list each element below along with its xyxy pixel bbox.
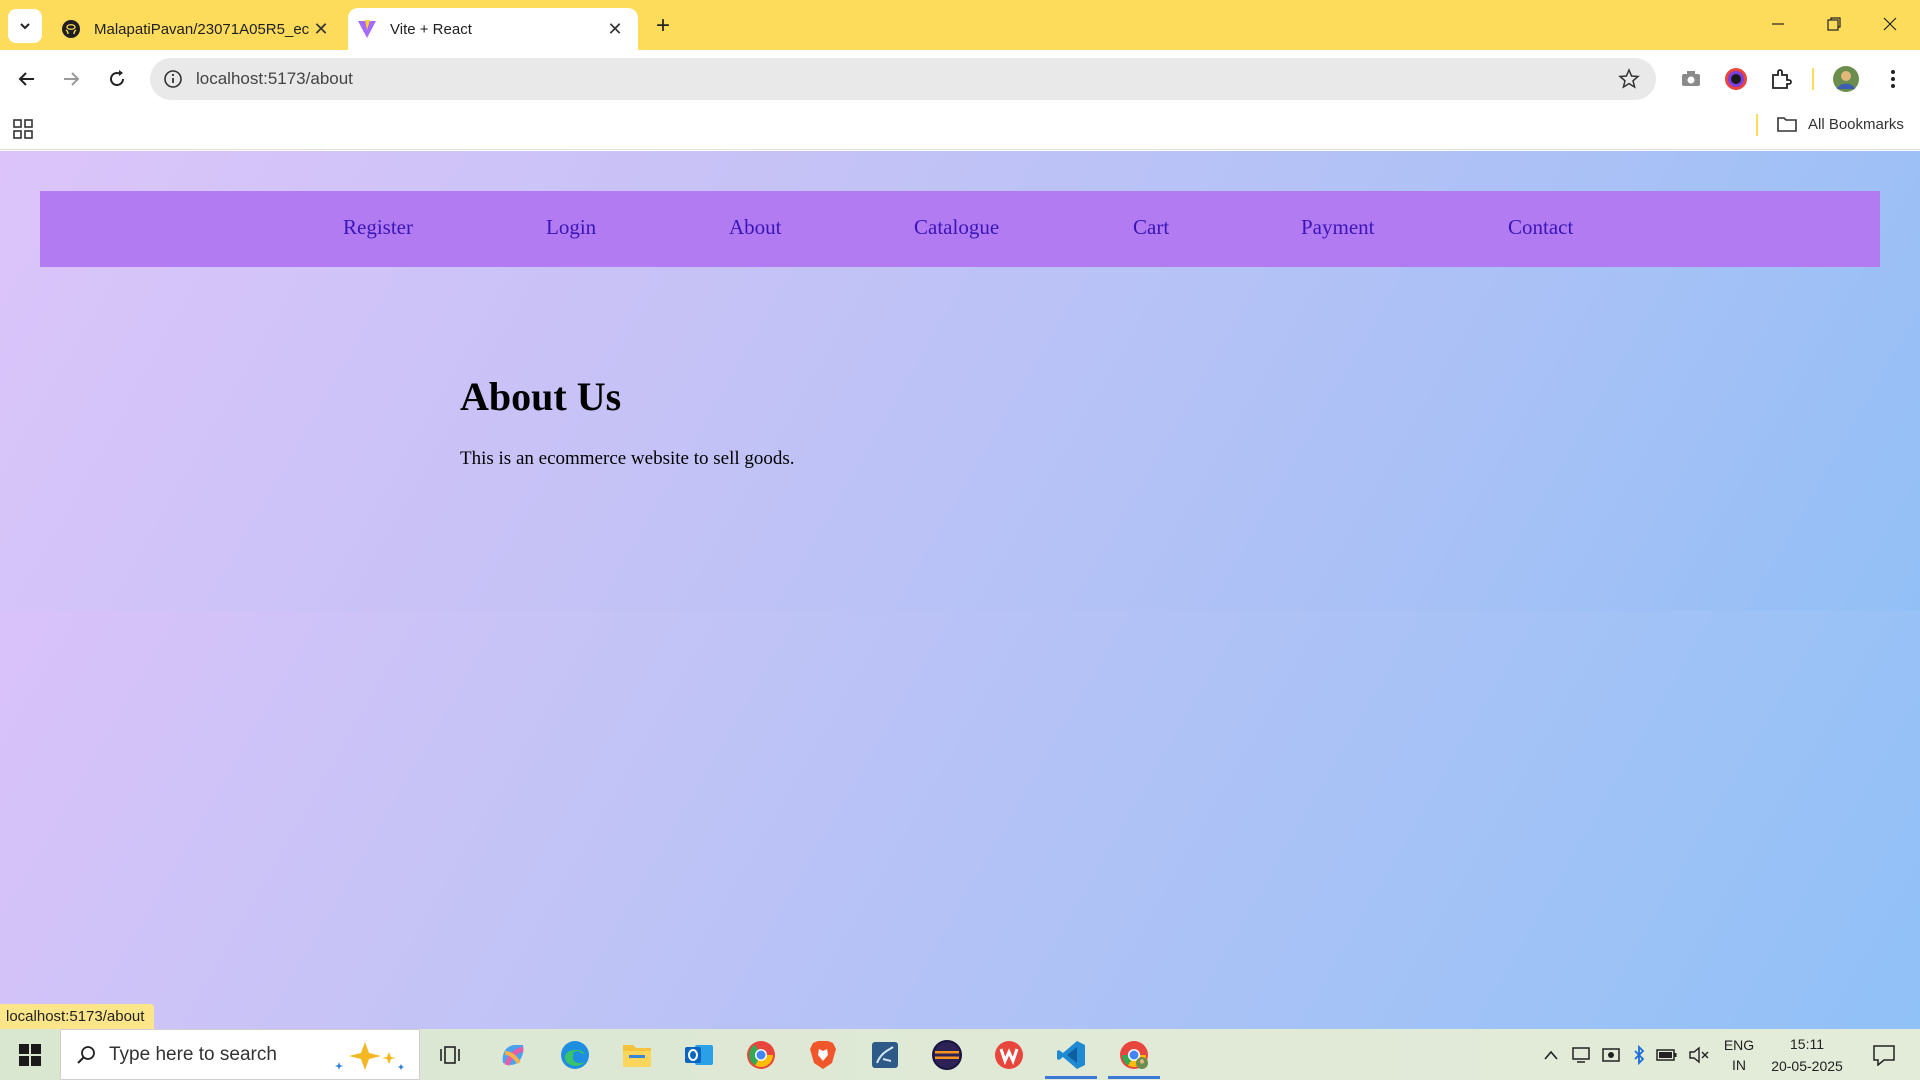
address-bar[interactable]: localhost:5173/about <box>150 58 1656 100</box>
close-icon[interactable]: ✕ <box>604 18 626 40</box>
browser-toolbar: localhost:5173/about <box>0 50 1920 108</box>
brave-browser-icon[interactable] <box>803 1035 843 1075</box>
toolbar-divider <box>1812 68 1814 90</box>
nav-link-register[interactable]: Register <box>343 215 413 240</box>
close-icon <box>1883 17 1897 31</box>
battery-icon[interactable] <box>1654 1029 1680 1080</box>
all-bookmarks-button[interactable]: All Bookmarks <box>1776 115 1904 133</box>
chevron-down-icon <box>20 23 30 30</box>
region-code: IN <box>1732 1056 1746 1073</box>
apps-grid-icon[interactable] <box>12 118 34 140</box>
page-title: About Us <box>460 374 622 419</box>
vscode-icon[interactable] <box>1045 1035 1097 1079</box>
file-explorer-icon[interactable] <box>617 1035 657 1075</box>
mysql-workbench-icon[interactable] <box>865 1035 905 1075</box>
minimize-icon <box>1772 23 1784 25</box>
vite-icon <box>356 18 378 40</box>
bluetooth-icon[interactable] <box>1628 1029 1650 1080</box>
reload-button[interactable] <box>99 61 135 97</box>
browser-tabstrip: MalapatiPavan/23071A05R5_ec ✕ Vite + Rea… <box>0 0 1920 50</box>
taskbar-search-box[interactable]: Type here to search <box>60 1029 420 1080</box>
input-language-indicator[interactable]: ENG IN <box>1718 1029 1760 1080</box>
close-icon[interactable]: ✕ <box>310 18 332 40</box>
search-placeholder: Type here to search <box>109 1043 277 1065</box>
bookmarks-bar: All Bookmarks <box>0 108 1920 150</box>
nav-link-contact[interactable]: Contact <box>1508 215 1573 240</box>
windows-taskbar: Type here to search ENG IN 15:11 20-05-2… <box>0 1029 1920 1080</box>
language-code: ENG <box>1723 1036 1755 1053</box>
outlook-icon[interactable] <box>679 1035 719 1075</box>
start-button[interactable] <box>0 1029 60 1080</box>
all-bookmarks-label: All Bookmarks <box>1808 115 1904 133</box>
github-icon <box>60 18 82 40</box>
nav-link-login[interactable]: Login <box>546 215 596 240</box>
tab-vite-react[interactable]: Vite + React ✕ <box>348 8 638 50</box>
tab-github[interactable]: MalapatiPavan/23071A05R5_ec ✕ <box>52 8 344 50</box>
nav-link-catalogue[interactable]: Catalogue <box>914 215 999 240</box>
edge-browser-icon[interactable] <box>555 1035 595 1075</box>
clock-time: 15:11 <box>1790 1035 1824 1052</box>
tab-search-button[interactable] <box>8 9 42 43</box>
reload-icon <box>110 70 124 86</box>
screen-recorder-extension-icon[interactable] <box>1721 64 1751 94</box>
arrow-left-icon <box>18 72 34 86</box>
app-root: Register Login About Catalogue Cart Paym… <box>0 151 1920 611</box>
link-status-bubble: localhost:5173/about <box>0 1004 155 1029</box>
bookmarks-divider <box>1756 114 1758 136</box>
profile-avatar[interactable] <box>1831 64 1861 94</box>
tray-overflow-chevron-icon[interactable] <box>1538 1029 1564 1080</box>
eclipse-ide-icon[interactable] <box>927 1035 967 1075</box>
nav-link-about[interactable]: About <box>729 215 782 240</box>
clock[interactable]: 15:11 20-05-2025 <box>1764 1029 1850 1080</box>
meet-now-icon[interactable] <box>1598 1029 1624 1080</box>
camera-icon[interactable] <box>1676 64 1706 94</box>
about-description: This is an ecommerce website to sell goo… <box>460 448 795 469</box>
wps-office-icon[interactable] <box>989 1035 1029 1075</box>
volume-muted-icon[interactable] <box>1686 1029 1712 1080</box>
menu-kebab-icon[interactable] <box>1878 64 1908 94</box>
main-navbar: Register Login About Catalogue Cart Paym… <box>40 191 1880 267</box>
windows-logo-icon <box>19 1043 41 1066</box>
nav-link-payment[interactable]: Payment <box>1301 215 1375 240</box>
chrome-active-icon[interactable] <box>1108 1035 1160 1079</box>
bookmark-star-icon[interactable] <box>1618 68 1640 90</box>
folder-icon <box>1777 117 1797 132</box>
chrome-icon[interactable] <box>741 1035 781 1075</box>
copilot-sparkle-icon <box>335 1042 404 1070</box>
extensions-puzzle-icon[interactable] <box>1766 64 1796 94</box>
notifications-icon[interactable] <box>1864 1029 1904 1080</box>
copilot-app-icon[interactable] <box>493 1035 533 1075</box>
search-icon <box>77 1045 95 1064</box>
restore-icon <box>1827 17 1841 31</box>
forward-button[interactable] <box>53 61 89 97</box>
clock-date: 20-05-2025 <box>1771 1057 1843 1074</box>
network-display-icon[interactable] <box>1568 1029 1594 1080</box>
task-view-icon[interactable] <box>430 1035 470 1075</box>
minimize-button[interactable] <box>1750 0 1806 48</box>
url-text[interactable]: localhost:5173/about <box>196 69 353 89</box>
page-viewport: Register Login About Catalogue Cart Paym… <box>0 151 1920 1029</box>
tab-title: Vite + React <box>390 20 472 38</box>
close-window-button[interactable] <box>1862 0 1918 48</box>
info-icon[interactable] <box>162 68 184 90</box>
nav-link-cart[interactable]: Cart <box>1133 215 1169 240</box>
arrow-right-icon <box>64 72 80 86</box>
tab-title: MalapatiPavan/23071A05R5_ec <box>94 20 310 38</box>
new-tab-button[interactable]: + <box>650 12 676 39</box>
back-button[interactable] <box>9 61 45 97</box>
restore-button[interactable] <box>1806 0 1862 48</box>
